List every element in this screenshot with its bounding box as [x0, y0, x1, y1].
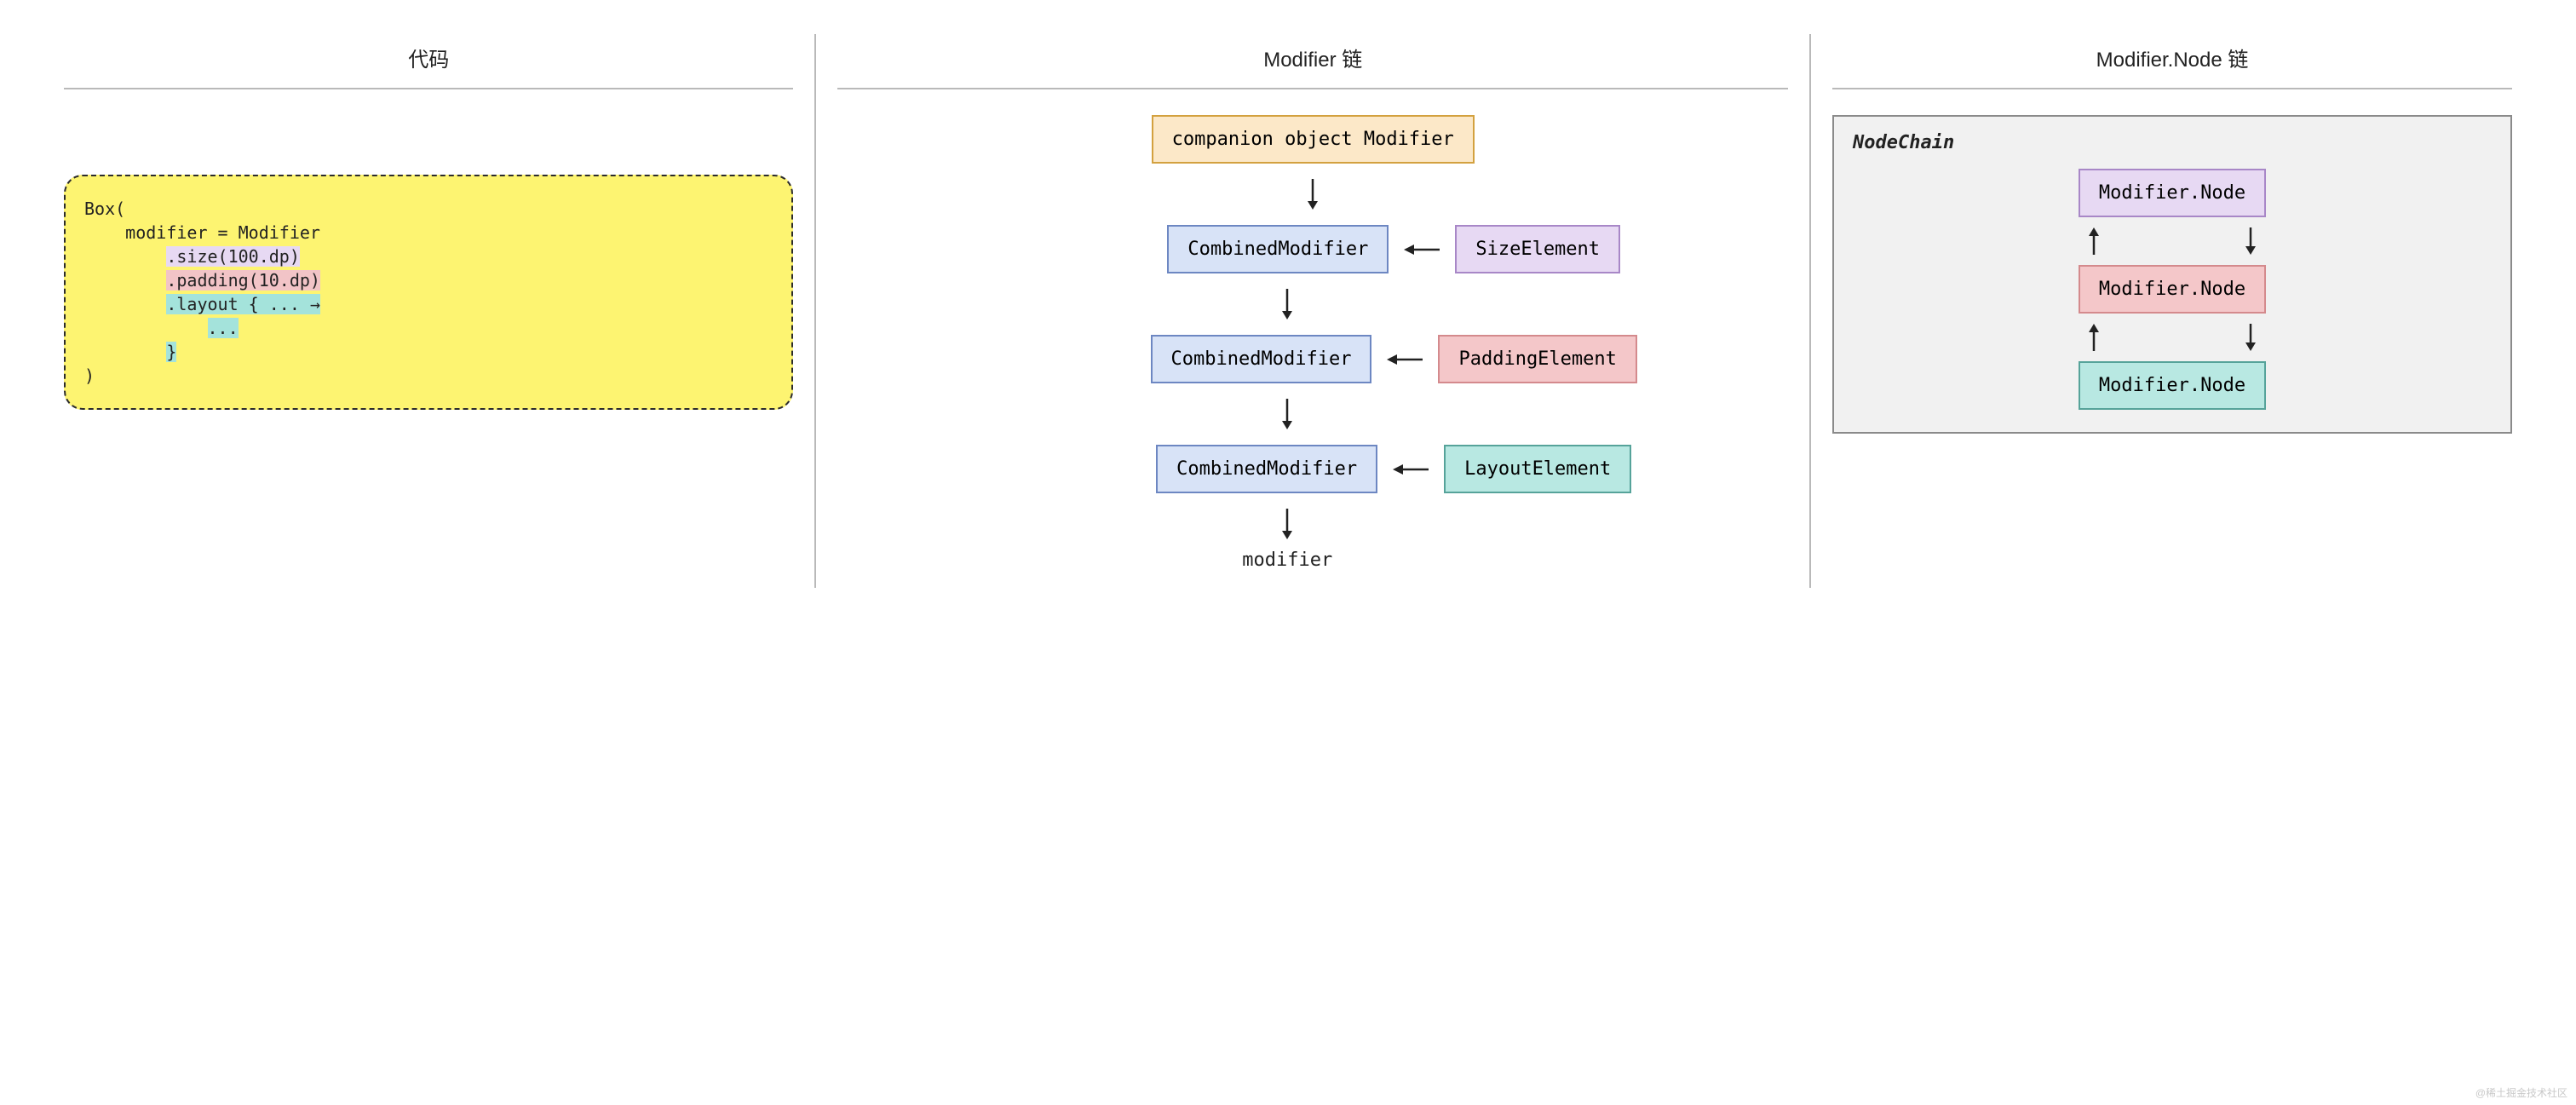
- column-modifier-chain: Modifier 链 companion object Modifier Com…: [814, 34, 1811, 588]
- code-layout-close: }: [166, 342, 176, 362]
- modifier-chain-header: Modifier 链: [837, 43, 1788, 89]
- double-arrow-2: [2087, 324, 2257, 351]
- modifier-end-label: modifier: [1242, 550, 1332, 571]
- watermark: @稀土掘金技术社区: [2475, 1085, 2567, 1100]
- row-combined-layout: CombinedModifier LayoutElement: [1156, 445, 1631, 493]
- row-combined-size: CombinedModifier SizeElement: [1167, 225, 1620, 273]
- code-padding-call: .padding(10.dp): [166, 270, 320, 291]
- code-size-call: .size(100.dp): [166, 246, 300, 267]
- node-combined-2: CombinedModifier: [1151, 335, 1372, 383]
- arrow-down-icon: [1280, 509, 1294, 539]
- node-layout-element: LayoutElement: [1444, 445, 1631, 493]
- code-close-paren: ): [84, 365, 95, 386]
- code-box: Box( modifier = Modifier .size(100.dp) .…: [64, 175, 793, 410]
- row-combined-padding: CombinedModifier PaddingElement: [1151, 335, 1637, 383]
- code-header: 代码: [64, 43, 793, 89]
- chain-node-1: Modifier.Node: [2079, 169, 2266, 217]
- node-combined-1: CombinedModifier: [1167, 225, 1389, 273]
- arrow-down-icon: [2244, 227, 2257, 255]
- column-code: 代码 Box( modifier = Modifier .size(100.dp…: [43, 34, 814, 588]
- double-arrow-1: [2087, 227, 2257, 255]
- code-line-1: Box(: [84, 199, 125, 219]
- node-combined-3: CombinedModifier: [1156, 445, 1377, 493]
- modifier-chain-diagram: companion object Modifier CombinedModifi…: [837, 115, 1788, 571]
- chain-node-3: Modifier.Node: [2079, 361, 2266, 410]
- node-chain-title: NodeChain: [1853, 132, 2492, 153]
- arrow-up-icon: [2087, 227, 2101, 255]
- arrow-left-icon: [1393, 463, 1429, 476]
- arrow-left-icon: [1404, 243, 1440, 256]
- code-layout-body: ...: [208, 318, 239, 338]
- arrow-up-icon: [2087, 324, 2101, 351]
- node-size-element: SizeElement: [1455, 225, 1620, 273]
- chain-node-2: Modifier.Node: [2079, 265, 2266, 314]
- arrow-down-icon: [1280, 399, 1294, 429]
- node-chain-panel: NodeChain Modifier.Node Modifier.Node Mo…: [1832, 115, 2512, 434]
- node-padding-element: PaddingElement: [1438, 335, 1636, 383]
- node-chain-header: Modifier.Node 链: [1832, 43, 2512, 89]
- code-line-2: modifier = Modifier: [84, 222, 320, 243]
- arrow-down-icon: [2244, 324, 2257, 351]
- column-node-chain: Modifier.Node 链 NodeChain Modifier.Node …: [1811, 34, 2533, 588]
- diagram-columns: 代码 Box( modifier = Modifier .size(100.dp…: [43, 34, 2533, 588]
- node-companion-modifier: companion object Modifier: [1152, 115, 1475, 164]
- arrow-down-icon: [1280, 289, 1294, 319]
- arrow-left-icon: [1387, 353, 1423, 366]
- arrow-down-icon: [1306, 179, 1320, 210]
- code-layout-open: .layout { ... →: [166, 294, 320, 314]
